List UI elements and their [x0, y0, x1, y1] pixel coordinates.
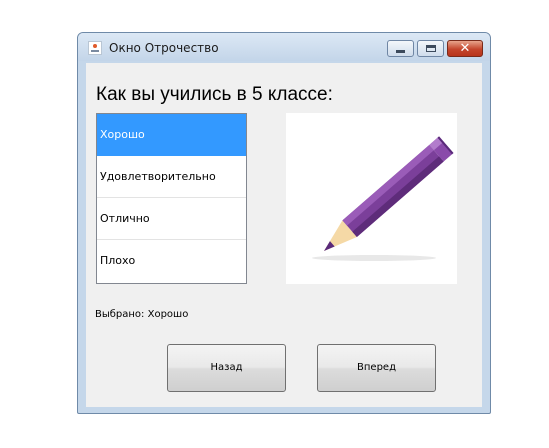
app-icon	[88, 41, 102, 55]
minimize-icon	[396, 50, 405, 53]
list-item-excellent[interactable]: Отлично	[97, 198, 246, 240]
grades-listbox[interactable]: Хорошо Удовлетворительно Отлично Плохо	[96, 113, 247, 284]
pencil-icon	[312, 136, 454, 261]
maximize-button[interactable]	[417, 40, 444, 57]
app-window: Окно Отрочество ✕ Как вы учились в 5 кла…	[77, 32, 491, 414]
maximize-icon	[426, 45, 436, 52]
pencil-picture	[286, 113, 457, 284]
selection-status: Выбрано: Хорошо	[95, 309, 189, 320]
window-title: Окно Отрочество	[109, 41, 219, 55]
list-item-good[interactable]: Хорошо	[97, 114, 246, 156]
close-button[interactable]: ✕	[447, 40, 483, 57]
list-item-satisfactory[interactable]: Удовлетворительно	[97, 156, 246, 198]
list-item-bad[interactable]: Плохо	[97, 240, 246, 282]
title-bar[interactable]: Окно Отрочество ✕	[78, 33, 490, 61]
close-icon: ✕	[459, 41, 471, 56]
back-button[interactable]: Назад	[167, 344, 286, 392]
question-heading: Как вы учились в 5 классе:	[96, 84, 333, 105]
client-area: Как вы учились в 5 классе: Хорошо Удовле…	[86, 63, 482, 407]
next-button[interactable]: Вперед	[317, 344, 436, 392]
minimize-button[interactable]	[387, 40, 414, 57]
